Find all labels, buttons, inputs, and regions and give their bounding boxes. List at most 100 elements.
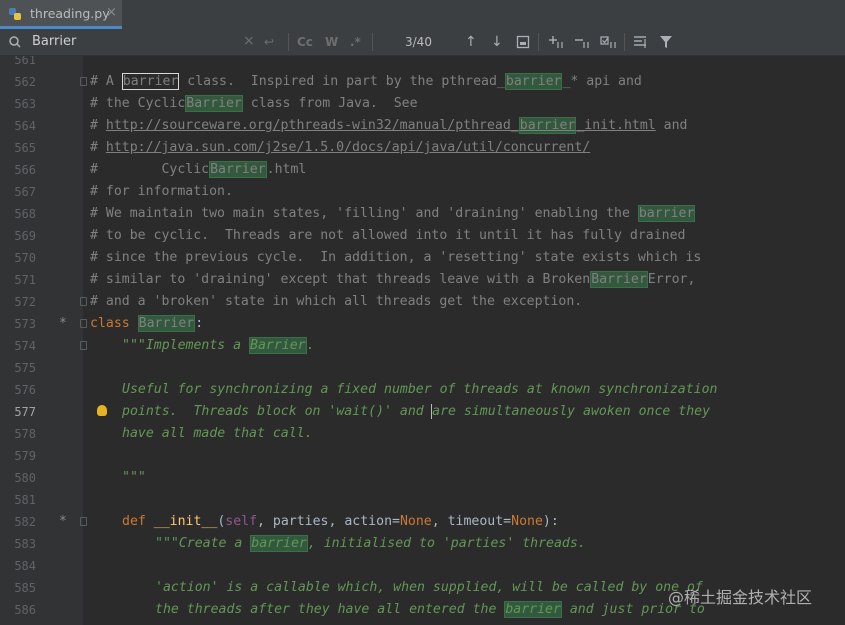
code-line[interactable]: 561 xyxy=(0,56,845,71)
code-line[interactable]: 574 """Implements a Barrier. xyxy=(0,335,845,357)
bookmark-star-icon[interactable]: * xyxy=(59,511,67,533)
line-number: 573 xyxy=(14,317,36,331)
code-line[interactable]: 583 """Create a barrier, initialised to … xyxy=(0,533,845,555)
line-number: 562 xyxy=(14,75,36,89)
docstring: """Implements a xyxy=(122,338,250,353)
lightbulb-icon[interactable] xyxy=(97,405,107,416)
comment-text: and xyxy=(655,118,688,133)
search-in-selection-icon[interactable] xyxy=(633,35,649,49)
fold-marker-icon[interactable] xyxy=(80,77,87,86)
comment-text: class. Inspired in part by the pthread_ xyxy=(179,74,505,89)
search-history-icon[interactable]: ↩ xyxy=(264,35,274,49)
select-all-occurrences-icon[interactable] xyxy=(516,35,530,49)
match-case-toggle[interactable]: Cc xyxy=(297,35,313,49)
code-line[interactable]: 578 have all made that call. xyxy=(0,423,845,445)
docstring: """ xyxy=(122,470,146,485)
self-parameter: self xyxy=(225,514,258,529)
code-line[interactable]: 580 """ xyxy=(0,467,845,489)
code-line[interactable]: 571 # similar to 'draining' except that … xyxy=(0,269,845,291)
code-line[interactable]: 575 xyxy=(0,357,845,379)
punctuation: ): xyxy=(542,514,559,529)
parameters: , timeout= xyxy=(431,514,512,529)
filter-icon[interactable] xyxy=(659,35,673,49)
docstring: have all made that call. xyxy=(122,426,313,441)
code-line[interactable]: 565 # http://java.sun.com/j2se/1.5.0/doc… xyxy=(0,137,845,159)
remove-occurrence-icon[interactable] xyxy=(574,35,592,49)
line-number: 565 xyxy=(14,141,36,155)
code-line[interactable]: 570 # since the previous cycle. In addit… xyxy=(0,247,845,269)
url-link[interactable]: _init.html xyxy=(576,118,655,133)
code-line[interactable]: 562 # A barrier class. Inspired in part … xyxy=(0,71,845,93)
code-line[interactable]: 581 xyxy=(0,489,845,511)
code-text: class Barrier: xyxy=(90,313,203,335)
search-match: Barrier xyxy=(137,315,196,332)
url-link[interactable]: http://java.sun.com/j2se/1.5.0/docs/api/… xyxy=(106,140,590,155)
docstring-text: points. Threads block on 'wait()' and ar… xyxy=(122,401,710,423)
code-text: # A barrier class. Inspired in part by t… xyxy=(90,71,642,93)
search-match: Barrier xyxy=(249,337,307,354)
docstring: """Create a xyxy=(155,536,251,551)
docstring: 'action' is a callable which, when suppl… xyxy=(155,580,703,595)
code-line[interactable]: 576 Useful for synchronizing a fixed num… xyxy=(0,379,845,401)
watermark: @稀土掘金技术社区 xyxy=(668,588,813,607)
fold-marker-icon[interactable] xyxy=(80,517,87,526)
close-icon[interactable]: × xyxy=(106,5,117,20)
comment-text: Error, xyxy=(647,272,696,287)
line-number: 583 xyxy=(14,537,36,551)
add-occurrence-icon[interactable] xyxy=(548,35,566,49)
whole-word-toggle[interactable]: W xyxy=(325,35,338,49)
code-editor[interactable]: 561 562 # A barrier class. Inspired in p… xyxy=(0,56,845,625)
search-match: barrier xyxy=(518,117,577,134)
search-input[interactable]: Barrier xyxy=(32,34,76,49)
code-line[interactable]: 584 xyxy=(0,555,845,577)
code-line[interactable]: 573 * class Barrier: xyxy=(0,313,845,335)
comment-text: # xyxy=(90,140,106,155)
comment-text: .html xyxy=(266,162,307,177)
docstring-text: the threads after they have all entered … xyxy=(155,599,705,621)
fold-marker-icon[interactable] xyxy=(80,319,87,328)
separator xyxy=(624,33,625,51)
comment-text: # A xyxy=(90,74,122,89)
regex-toggle[interactable]: .* xyxy=(350,35,361,49)
previous-match-icon[interactable]: ↑ xyxy=(465,35,477,49)
comment-text: # for information. xyxy=(90,184,233,199)
editor-tab-bar: threading.py × xyxy=(0,0,845,30)
punctuation: : xyxy=(195,316,204,331)
docstring-text: """Implements a Barrier. xyxy=(122,335,315,357)
line-number: 574 xyxy=(14,339,36,353)
next-match-icon[interactable]: ↓ xyxy=(491,35,503,49)
tab-threading-py[interactable]: threading.py × xyxy=(0,0,122,29)
code-line[interactable]: 579 xyxy=(0,445,845,467)
fold-marker-icon[interactable] xyxy=(80,297,87,306)
comment-text: # to be cyclic. Threads are not allowed … xyxy=(90,228,686,243)
line-number: 575 xyxy=(14,361,36,375)
comment-text: # and a 'broken' state in which all thre… xyxy=(90,294,583,309)
code-line-current[interactable]: 577 points. Threads block on 'wait()' an… xyxy=(0,401,845,423)
code-line[interactable]: 564 # http://sourceware.org/pthreads-win… xyxy=(0,115,845,137)
fold-marker-icon[interactable] xyxy=(80,341,87,350)
code-line[interactable]: 566 # CyclicBarrier.html xyxy=(0,159,845,181)
code-line[interactable]: 567 # for information. xyxy=(0,181,845,203)
comment-text: # similar to 'draining' except that thre… xyxy=(90,272,591,287)
code-line[interactable]: 568 # We maintain two main states, 'fill… xyxy=(0,203,845,225)
search-icon[interactable] xyxy=(8,35,24,49)
line-number: 581 xyxy=(14,493,36,507)
line-number: 584 xyxy=(14,559,36,573)
search-match: barrier xyxy=(637,205,696,222)
line-number: 567 xyxy=(14,185,36,199)
clear-search-icon[interactable]: × xyxy=(243,34,255,48)
url-link[interactable]: http://sourceware.org/pthreads-win32/man… xyxy=(106,118,519,133)
bookmark-star-icon[interactable]: * xyxy=(59,313,67,335)
code-line[interactable]: 563 # the CyclicBarrier class from Java.… xyxy=(0,93,845,115)
code-line[interactable]: 582 * def __init__(self, parties, action… xyxy=(0,511,845,533)
code-line[interactable]: 569 # to be cyclic. Threads are not allo… xyxy=(0,225,845,247)
line-number: 580 xyxy=(14,471,36,485)
line-number: 576 xyxy=(14,383,36,397)
line-number: 577 xyxy=(14,405,36,419)
select-all-matches-icon[interactable] xyxy=(600,35,618,49)
line-number: 586 xyxy=(14,603,36,617)
find-bar: Barrier × ↩ Cc W .* 3/40 ↑ ↓ xyxy=(0,29,845,56)
docstring: , initialised to 'parties' threads. xyxy=(307,536,586,551)
code-line[interactable]: 572 # and a 'broken' state in which all … xyxy=(0,291,845,313)
